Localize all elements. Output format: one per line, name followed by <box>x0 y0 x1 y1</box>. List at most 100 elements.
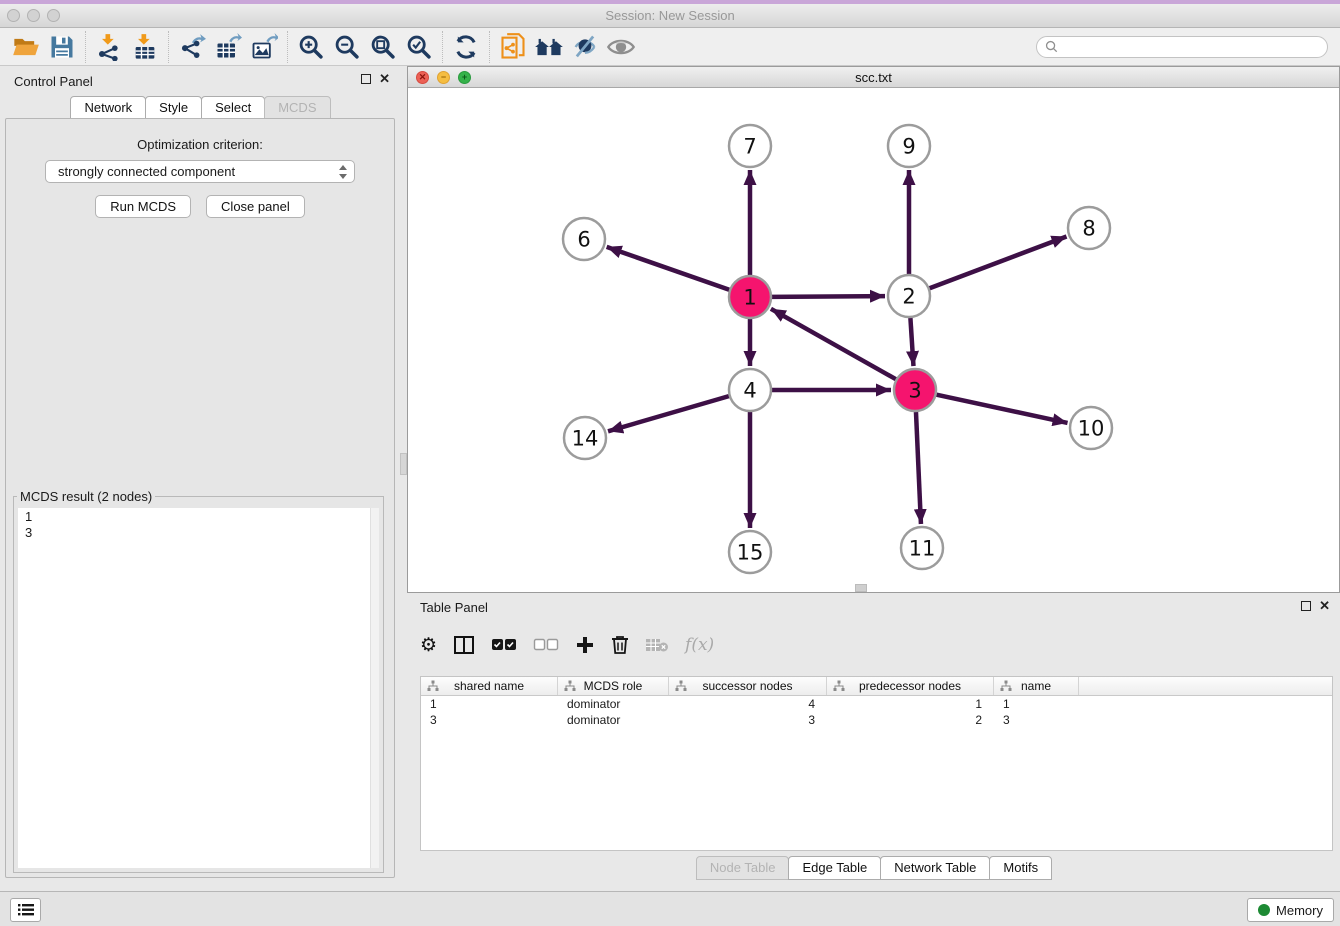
table-toolbar: ⚙ f(x) <box>420 625 714 665</box>
graph-edge-4-14[interactable] <box>608 396 729 431</box>
open-file-icon[interactable] <box>8 31 44 63</box>
column-header-mcds_role[interactable]: MCDS role <box>558 677 669 695</box>
hide-graphics-details-icon[interactable] <box>567 31 603 63</box>
toolbar-separator <box>442 31 443 63</box>
delete-row-icon[interactable] <box>611 630 629 660</box>
apply-layout-icon[interactable] <box>448 31 484 63</box>
select-all-icon[interactable] <box>491 630 517 660</box>
graph-node-7[interactable]: 7 <box>729 125 771 167</box>
cell-name[interactable]: 3 <box>994 712 1079 728</box>
cell-mcds_role[interactable]: dominator <box>558 696 669 712</box>
cell-mcds_role[interactable]: dominator <box>558 712 669 728</box>
cell-shared_name[interactable]: 1 <box>421 696 558 712</box>
function-builder-icon[interactable]: f(x) <box>685 630 714 660</box>
node-label: 9 <box>902 135 915 159</box>
node-label: 2 <box>902 285 915 309</box>
import-table-icon[interactable] <box>127 31 163 63</box>
memory-button[interactable]: Memory <box>1247 898 1334 922</box>
graph-node-14[interactable]: 14 <box>564 417 606 459</box>
clone-network-icon[interactable] <box>495 31 531 63</box>
graph-edge-2-8[interactable] <box>930 236 1067 288</box>
graph-edge-3-11[interactable] <box>916 412 921 524</box>
sort-icon <box>833 680 845 692</box>
tab-network-table[interactable]: Network Table <box>880 856 990 880</box>
column-header-name[interactable]: name <box>994 677 1079 695</box>
toolbar-separator <box>168 31 169 63</box>
task-history-button[interactable] <box>10 898 41 922</box>
graph-edge-2-3[interactable] <box>910 318 913 366</box>
tab-mcds[interactable]: MCDS <box>264 96 330 120</box>
export-image-icon[interactable] <box>246 31 282 63</box>
graph-node-8[interactable]: 8 <box>1068 207 1110 249</box>
vertical-split-handle[interactable] <box>400 453 407 475</box>
show-graphics-details-icon[interactable] <box>603 31 639 63</box>
export-table-icon[interactable] <box>210 31 246 63</box>
criterion-select[interactable]: strongly connected component <box>45 160 355 183</box>
tab-motifs[interactable]: Motifs <box>989 856 1052 880</box>
table-row[interactable]: 3dominator323 <box>421 712 1332 728</box>
table-settings-icon[interactable]: ⚙ <box>420 630 437 660</box>
graph-node-1[interactable]: 1 <box>729 276 771 318</box>
mcds-result-textarea[interactable]: 1 3 <box>18 508 379 868</box>
graph-node-2[interactable]: 2 <box>888 275 930 317</box>
graph-node-9[interactable]: 9 <box>888 125 930 167</box>
network-canvas[interactable]: 7 9 6 8 1 2 4 3 14 10 15 11 <box>408 88 1339 592</box>
close-panel-icon[interactable]: ✕ <box>379 74 390 84</box>
save-session-icon[interactable] <box>44 31 80 63</box>
cell-predecessor_nodes[interactable]: 1 <box>827 696 994 712</box>
close-panel-button[interactable]: Close panel <box>206 195 305 218</box>
main-toolbar <box>0 28 1340 66</box>
result-scrollbar[interactable] <box>370 508 379 868</box>
graph-node-15[interactable]: 15 <box>729 531 771 573</box>
cell-successor_nodes[interactable]: 4 <box>669 696 827 712</box>
cell-predecessor_nodes[interactable]: 2 <box>827 712 994 728</box>
graph-node-10[interactable]: 10 <box>1070 407 1112 449</box>
node-label: 6 <box>577 228 590 252</box>
tab-select[interactable]: Select <box>201 96 265 120</box>
node-label: 8 <box>1082 217 1095 241</box>
zoom-fit-icon[interactable] <box>365 31 401 63</box>
node-label: 1 <box>743 286 756 310</box>
column-header-successor_nodes[interactable]: successor nodes <box>669 677 827 695</box>
graph-edge-1-2[interactable] <box>772 296 885 297</box>
graph-node-6[interactable]: 6 <box>563 218 605 260</box>
cell-name[interactable]: 1 <box>994 696 1079 712</box>
zoom-selected-icon[interactable] <box>401 31 437 63</box>
mcds-result-title: MCDS result (2 nodes) <box>17 489 155 504</box>
node-table-header: shared nameMCDS rolesuccessor nodesprede… <box>421 677 1332 696</box>
add-row-icon[interactable] <box>575 630 595 660</box>
deselect-all-icon[interactable] <box>533 630 559 660</box>
node-label: 10 <box>1078 417 1105 441</box>
import-network-icon[interactable] <box>91 31 127 63</box>
memory-status-icon <box>1258 904 1270 916</box>
graph-edge-3-10[interactable] <box>937 395 1068 423</box>
run-mcds-button[interactable]: Run MCDS <box>95 195 191 218</box>
show-network-home-icon[interactable] <box>531 31 567 63</box>
export-network-icon[interactable] <box>174 31 210 63</box>
float-panel-icon[interactable] <box>361 74 371 84</box>
graph-edge-3-1[interactable] <box>771 309 896 379</box>
mcds-panel: Optimization criterion: strongly connect… <box>5 118 395 878</box>
float-table-panel-icon[interactable] <box>1301 601 1311 611</box>
column-header-shared_name[interactable]: shared name <box>421 677 558 695</box>
graph-edge-1-6[interactable] <box>607 247 730 290</box>
delete-table-icon[interactable] <box>645 630 669 660</box>
zoom-in-icon[interactable] <box>293 31 329 63</box>
tab-edge-table[interactable]: Edge Table <box>788 856 881 880</box>
column-header-predecessor_nodes[interactable]: predecessor nodes <box>827 677 994 695</box>
search-icon <box>1045 40 1058 53</box>
tab-network[interactable]: Network <box>70 96 146 120</box>
graph-node-3[interactable]: 3 <box>894 369 936 411</box>
close-table-panel-icon[interactable]: ✕ <box>1319 601 1330 611</box>
search-input[interactable] <box>1063 40 1319 54</box>
cell-shared_name[interactable]: 3 <box>421 712 558 728</box>
graph-node-11[interactable]: 11 <box>901 527 943 569</box>
tab-node-table[interactable]: Node Table <box>696 856 790 880</box>
horizontal-split-handle[interactable] <box>855 584 867 592</box>
table-row[interactable]: 1dominator411 <box>421 696 1332 712</box>
column-selector-icon[interactable] <box>453 630 475 660</box>
tab-style[interactable]: Style <box>145 96 202 120</box>
graph-node-4[interactable]: 4 <box>729 369 771 411</box>
zoom-out-icon[interactable] <box>329 31 365 63</box>
cell-successor_nodes[interactable]: 3 <box>669 712 827 728</box>
